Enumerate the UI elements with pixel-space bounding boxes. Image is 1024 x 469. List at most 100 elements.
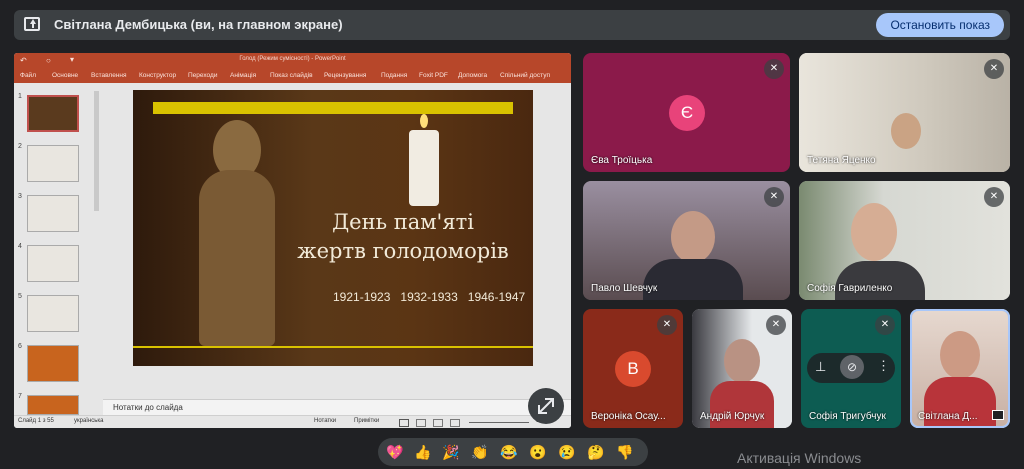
- menu-insert[interactable]: Вставлення: [91, 72, 127, 79]
- participant-name: Софія Тригубчук: [809, 411, 886, 422]
- participant-tile[interactable]: ✕ Андрій Юрчук: [692, 309, 792, 428]
- mic-off-icon: ✕: [657, 315, 677, 335]
- candle-flame-icon: [420, 114, 428, 128]
- slide-thumbnail[interactable]: [27, 145, 79, 182]
- stop-presenting-button[interactable]: Остановить показ: [876, 13, 1004, 37]
- slide-thumbnail[interactable]: [27, 245, 79, 282]
- mic-off-icon: ✕: [766, 315, 786, 335]
- menu-animations[interactable]: Анімація: [230, 72, 256, 79]
- tile-hover-controls: ⊥ ⊘ ⋮: [807, 353, 895, 383]
- notes-placeholder: Нотатки до слайда: [113, 403, 183, 412]
- participant-tile[interactable]: ✕ Тетяна Яценко: [799, 53, 1010, 172]
- thumb-number: 2: [18, 143, 22, 150]
- ppt-status-bar: Слайд 1 з 55 українська Нотатки Примітки…: [14, 415, 571, 428]
- reaction-laugh[interactable]: 😂: [500, 443, 518, 461]
- slide-thumbnail[interactable]: [27, 395, 79, 415]
- candle-icon: [409, 130, 439, 206]
- menu-review[interactable]: Рецензування: [324, 72, 366, 79]
- present-screen-icon: [24, 17, 40, 31]
- ppt-title-bar: ↶ ○ ▾ Голод (Режим сумісності) - PowerPo…: [14, 53, 571, 69]
- windows-activation-watermark: Активація Windows: [737, 450, 862, 466]
- mic-off-icon: ✕: [875, 315, 895, 335]
- more-options-icon[interactable]: ⋮: [877, 358, 890, 374]
- menu-transitions[interactable]: Переходи: [188, 72, 217, 79]
- slide-title-line2: жертв голодоморів: [297, 239, 509, 263]
- thumb-number: 5: [18, 293, 22, 300]
- participant-tile[interactable]: Є ✕ Єва Троїцька: [583, 53, 790, 172]
- slide-thumbnail[interactable]: [27, 195, 79, 232]
- reading-view-icon[interactable]: [433, 419, 443, 427]
- avatar: В: [615, 351, 651, 387]
- thumb-number: 7: [18, 393, 22, 400]
- language-indicator[interactable]: українська: [74, 418, 104, 424]
- comments-toggle-button[interactable]: Примітки: [354, 418, 379, 424]
- participant-tile-self[interactable]: Світлана Д...: [910, 309, 1010, 428]
- reactions-bar: 💖 👍 🎉 👏 😂 😮 😢 🤔 👎: [378, 438, 648, 466]
- camera-feed-face: [851, 203, 897, 261]
- participant-name: Світлана Д...: [918, 411, 978, 422]
- menu-slideshow[interactable]: Показ слайдів: [270, 72, 313, 79]
- slideshow-view-icon[interactable]: [450, 419, 460, 427]
- mic-off-icon: ✕: [764, 187, 784, 207]
- current-slide[interactable]: День пам'яті жертв голодоморів 1921-1923…: [133, 90, 533, 366]
- reaction-party[interactable]: 🎉: [442, 443, 460, 461]
- reaction-heart[interactable]: 💖: [386, 443, 404, 461]
- camera-feed-body: [643, 259, 743, 300]
- thumbnails-scrollbar[interactable]: [94, 91, 99, 211]
- participant-name: Андрій Юрчук: [700, 411, 765, 422]
- pin-icon[interactable]: ⊥: [815, 359, 826, 375]
- reaction-surprised[interactable]: 😮: [529, 443, 547, 461]
- slide-thumbnail[interactable]: [27, 95, 79, 132]
- shared-screen-powerpoint: ↶ ○ ▾ Голод (Режим сумісності) - PowerPo…: [14, 53, 571, 428]
- menu-file[interactable]: Файл: [20, 72, 36, 79]
- thumb-number: 6: [18, 343, 22, 350]
- expand-icon: [538, 398, 554, 414]
- camera-feed-face: [940, 331, 980, 379]
- mic-off-icon: ✕: [984, 59, 1004, 79]
- expand-screen-button[interactable]: [528, 388, 564, 424]
- participant-tile[interactable]: ⊥ ⊘ ⋮ ✕ Софія Тригубчук: [801, 309, 901, 428]
- slide-sorter-icon[interactable]: [416, 419, 426, 427]
- slide-thumbnail[interactable]: [27, 295, 79, 332]
- menu-foxit[interactable]: Foxit PDF: [419, 72, 448, 79]
- mic-off-icon: ✕: [764, 59, 784, 79]
- participant-name: Вероніка Осау...: [591, 411, 666, 422]
- participant-tile[interactable]: В ✕ Вероніка Осау...: [583, 309, 683, 428]
- menu-help[interactable]: Допомога: [458, 72, 487, 79]
- participant-name: Софія Гавриленко: [807, 283, 893, 294]
- slide-title-line1: День пам'яті: [332, 210, 474, 234]
- slide-title: День пам'яті жертв голодоморів: [283, 208, 523, 266]
- participant-tile[interactable]: ✕ Софія Гавриленко: [799, 181, 1010, 300]
- self-view-icon[interactable]: [992, 410, 1004, 420]
- ppt-document-title: Голод (Режим сумісності) - PowerPoint: [239, 56, 346, 62]
- reaction-clap[interactable]: 👏: [471, 443, 489, 461]
- reaction-thinking[interactable]: 🤔: [587, 443, 605, 461]
- participant-tile[interactable]: ✕ Павло Шевчук: [583, 181, 790, 300]
- notes-toggle-button[interactable]: Нотатки: [314, 418, 336, 424]
- reaction-thumbs-up[interactable]: 👍: [414, 443, 432, 461]
- slide-years: 1921-1923 1932-1933 1946-1947: [333, 290, 526, 304]
- mic-off-icon: ✕: [984, 187, 1004, 207]
- avatar: Є: [669, 95, 705, 131]
- slide-top-bar: [153, 102, 513, 114]
- slide-thumbnail[interactable]: [27, 345, 79, 382]
- reaction-sad[interactable]: 😢: [558, 443, 576, 461]
- slide-thumbnails-pane: 1 2 3 4 5 6 7: [14, 87, 100, 415]
- camera-feed-body: [835, 261, 925, 300]
- participant-name: Павло Шевчук: [591, 283, 658, 294]
- participant-name: Єва Троїцька: [591, 155, 653, 166]
- camera-feed-face: [724, 339, 760, 383]
- participant-name: Тетяна Яценко: [807, 155, 876, 166]
- normal-view-icon[interactable]: [399, 419, 409, 427]
- menu-design[interactable]: Конструктор: [139, 72, 176, 79]
- mute-participant-icon[interactable]: ⊘: [840, 355, 864, 379]
- reaction-thumbs-down[interactable]: 👎: [616, 443, 634, 461]
- menu-view[interactable]: Подання: [381, 72, 407, 79]
- menu-home[interactable]: Основне: [52, 72, 78, 79]
- menu-share[interactable]: Спільний доступ: [500, 72, 550, 79]
- presentation-banner: Світлана Дембицька (ви, на главном экран…: [14, 10, 1010, 40]
- notes-pane[interactable]: Нотатки до слайда: [103, 399, 571, 416]
- presenting-status-text: Світлана Дембицька (ви, на главном экран…: [54, 17, 343, 32]
- slide-counter: Слайд 1 з 55: [18, 418, 54, 424]
- zoom-slider[interactable]: [469, 422, 529, 423]
